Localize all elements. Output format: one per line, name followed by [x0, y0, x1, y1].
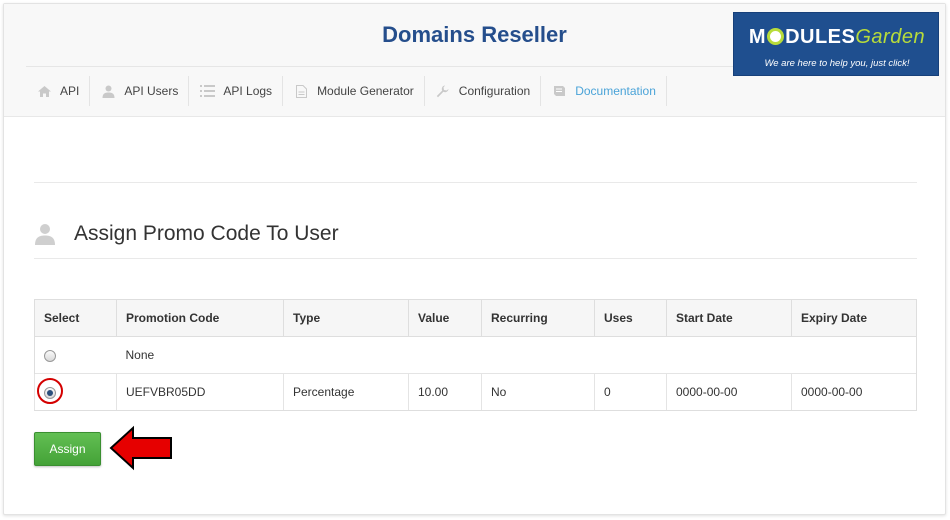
radio-none[interactable] — [44, 349, 56, 362]
expiry-date-cell: 0000-00-00 — [791, 373, 917, 411]
user-icon — [34, 223, 56, 245]
radio-wrapper — [37, 378, 63, 404]
nav-item-module-generator[interactable]: Module Generator — [283, 76, 425, 106]
assign-button[interactable]: Assign — [34, 432, 101, 466]
start-date-cell: 0000-00-00 — [666, 373, 792, 411]
nav-item-api[interactable]: API — [26, 76, 91, 106]
column-header-type: Type — [283, 299, 409, 337]
column-header-value: Value — [408, 299, 482, 337]
select-cell — [34, 336, 117, 374]
nav-item-documentation[interactable]: Documentation — [541, 76, 667, 106]
divider — [34, 182, 917, 183]
nav-label: API — [60, 84, 80, 98]
section-header: Assign Promo Code To User — [34, 222, 339, 246]
select-cell — [34, 373, 117, 411]
book-icon — [551, 84, 567, 98]
wrench-icon — [435, 84, 451, 98]
header: Domains Reseller API API Users API Logs — [4, 4, 945, 117]
column-header-select: Select — [34, 299, 117, 337]
column-header-uses: Uses — [594, 299, 667, 337]
red-arrow-icon — [109, 425, 172, 471]
home-icon — [36, 84, 52, 98]
nav-label: Module Generator — [317, 84, 414, 98]
nav-label: Documentation — [575, 84, 656, 98]
document-icon — [293, 84, 309, 98]
type-cell: Percentage — [283, 373, 409, 411]
nav-item-api-users[interactable]: API Users — [90, 76, 190, 106]
user-icon — [100, 84, 116, 98]
table-row-none[interactable]: None — [34, 336, 917, 374]
page-title: Assign Promo Code To User — [74, 222, 339, 245]
table-row[interactable]: UEFVBR05DD Percentage 10.00 No 0 0000-00… — [34, 373, 917, 411]
top-nav: API API Users API Logs Module Generator — [26, 74, 667, 108]
value-cell: 10.00 — [408, 373, 482, 411]
main-panel: Domains Reseller API API Users API Logs — [3, 3, 946, 515]
column-header-promotion-code: Promotion Code — [116, 299, 284, 337]
divider — [34, 258, 917, 259]
nav-item-api-logs[interactable]: API Logs — [189, 76, 284, 106]
column-header-expiry-date: Expiry Date — [791, 299, 917, 337]
promotion-code-cell: UEFVBR05DD — [116, 373, 284, 411]
none-label: None — [116, 336, 917, 374]
nav-item-configuration[interactable]: Configuration — [425, 76, 542, 106]
recurring-cell: No — [481, 373, 595, 411]
logo-tagline: We are here to help you, just click! — [764, 58, 910, 69]
nav-label: Configuration — [458, 84, 531, 98]
highlight-circle — [37, 378, 63, 404]
column-header-recurring: Recurring — [481, 299, 595, 337]
uses-cell: 0 — [594, 373, 667, 411]
promo-code-table: Select Promotion Code Type Value Recurri… — [34, 299, 917, 411]
nav-label: API Logs — [223, 84, 273, 98]
table-header-row: Select Promotion Code Type Value Recurri… — [34, 299, 917, 337]
column-header-start-date: Start Date — [666, 299, 792, 337]
modulesgarden-logo[interactable]: M DULESGarden We are here to help you, ju… — [733, 12, 939, 76]
logo-name: M DULESGarden — [748, 26, 926, 48]
list-icon — [199, 84, 215, 98]
nav-label: API Users — [124, 84, 179, 98]
globe-icon — [767, 28, 785, 45]
